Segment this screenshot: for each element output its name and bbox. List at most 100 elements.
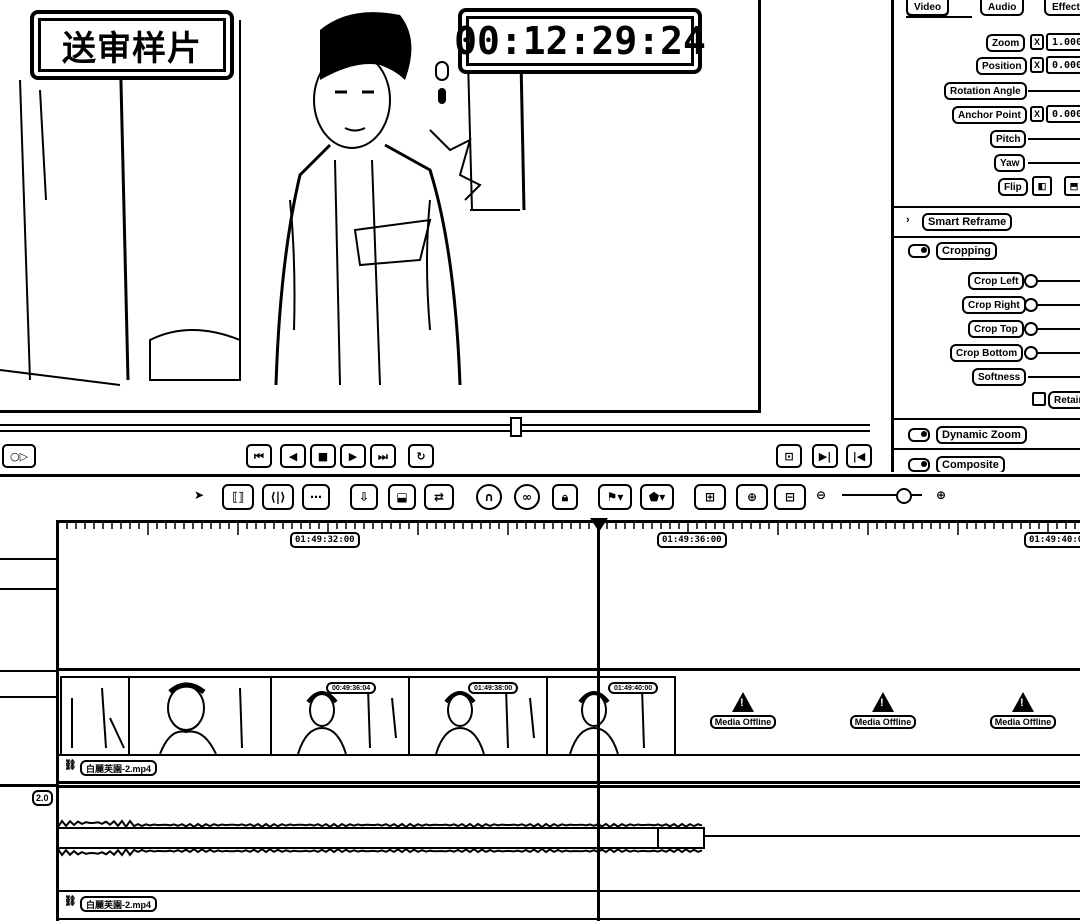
video-viewer[interactable]: 送审样片 00:12:29:24 [0, 0, 761, 413]
stop-button[interactable]: ■ [310, 444, 336, 468]
timeline-toolbar [0, 474, 1080, 521]
media-offline-label: Media Offline [849, 715, 917, 729]
crop-bottom-slider[interactable] [1024, 346, 1038, 360]
clip-thumbnail [62, 678, 130, 754]
media-offline-block[interactable]: ! Media Offline [708, 692, 778, 730]
zoom-in-icon[interactable]: ⊕ [934, 484, 948, 506]
timeline-ruler[interactable] [58, 520, 1080, 553]
crop-right-track [1038, 304, 1080, 306]
ruler-label: 01:49:40:00 [1024, 532, 1080, 548]
timeline-zoom-handle[interactable] [896, 488, 912, 504]
tab-effects[interactable]: Effects [1044, 0, 1080, 16]
cropping-title[interactable]: Cropping [936, 242, 997, 260]
retain-checkbox[interactable] [1032, 392, 1046, 406]
softness-slider[interactable] [1028, 376, 1080, 378]
retain-label: Retain [1048, 391, 1080, 409]
chevron-right-icon[interactable]: › [906, 214, 910, 226]
media-offline-label: Media Offline [989, 715, 1057, 729]
media-offline-block[interactable]: ! Media Offline [988, 692, 1058, 730]
loop-button[interactable]: ↻ [408, 444, 434, 468]
crop-bottom-label: Crop Bottom [950, 344, 1024, 362]
media-offline-block[interactable]: ! Media Offline [848, 692, 918, 730]
cropping-toggle[interactable] [908, 244, 930, 258]
replace-clip-icon[interactable]: ⇄ [424, 484, 454, 510]
media-offline-label: Media Offline [709, 715, 777, 729]
pitch-label: Pitch [990, 130, 1027, 148]
select-icon[interactable]: ➤ [188, 484, 210, 506]
flip-horizontal-icon[interactable]: ◧ [1032, 176, 1052, 196]
dynamic-zoom-title[interactable]: Dynamic Zoom [936, 426, 1027, 444]
crop-left-label: Crop Left [968, 272, 1025, 290]
inspector-panel: Video Audio Effects Zoom X 1.000 Positio… [891, 0, 1080, 472]
track-divider [0, 558, 56, 560]
linked-selection-icon[interactable]: ∞ [514, 484, 540, 510]
yaw-slider[interactable] [1028, 162, 1080, 164]
crop-left-track [1038, 280, 1080, 282]
tab-audio[interactable]: Audio [980, 0, 1025, 16]
position-label: Position [976, 57, 1028, 75]
clip-marker-label: 01:49:38:00 [468, 682, 519, 694]
jump-start-button[interactable]: ⏮ [246, 444, 272, 468]
flip-vertical-icon[interactable]: ⬒ [1064, 176, 1080, 196]
overlay-tag: 送审样片 [30, 10, 234, 80]
marker-icon[interactable]: ⬟▾ [640, 484, 674, 510]
next-clip-button[interactable]: ▶| [812, 444, 838, 468]
pitch-slider[interactable] [1028, 138, 1080, 140]
dynamic-zoom-section: Dynamic Zoom [894, 420, 1080, 450]
clip-name-bar-divider [58, 754, 1080, 756]
track-divider [0, 784, 56, 787]
video-clip[interactable]: 00:49:36:04 01:49:38:00 01:49:40:00 [60, 676, 676, 756]
clip-thumbnail [130, 678, 272, 754]
prev-clip-button[interactable]: |◀ [846, 444, 872, 468]
ruler-label: 01:49:36:00 [657, 532, 727, 548]
track-divider [0, 670, 56, 672]
anchor-x-field[interactable]: 0.000 [1046, 105, 1080, 123]
crop-right-slider[interactable] [1024, 298, 1038, 312]
jump-end-button[interactable]: ⏭ [370, 444, 396, 468]
crop-top-slider[interactable] [1024, 322, 1038, 336]
dynamic-zoom-toggle[interactable] [908, 428, 930, 442]
flag-icon[interactable]: ⚑▾ [598, 484, 632, 510]
warning-icon: ! [732, 692, 754, 712]
track-divider [0, 696, 56, 698]
scrub-handle[interactable] [510, 417, 522, 437]
blade-icon[interactable]: ⋯ [302, 484, 330, 510]
rotation-slider[interactable] [1028, 90, 1080, 92]
audio-channel-badge: 2.0 [32, 790, 53, 806]
fullscreen-button[interactable]: ⊡ [776, 444, 802, 468]
position-x-field[interactable]: 0.000 [1046, 56, 1080, 74]
viewer-scrub-bar[interactable] [0, 424, 870, 432]
playhead[interactable] [597, 520, 600, 921]
warning-icon: ! [872, 692, 894, 712]
snapping-icon[interactable]: ∩ [476, 484, 502, 510]
flip-label: Flip [998, 178, 1028, 196]
position-lock-icon[interactable]: 🔒︎ [552, 484, 578, 510]
insert-clip-icon[interactable]: ⇩ [350, 484, 378, 510]
composite-title[interactable]: Composite [936, 456, 1005, 472]
link-icon: ⛓ [64, 760, 77, 771]
dynamic-trim-icon[interactable]: ⟨|⟩ [262, 484, 294, 510]
smart-reframe-title[interactable]: Smart Reframe [922, 213, 1013, 231]
anchor-point-label: Anchor Point [952, 106, 1027, 124]
playhead-handle[interactable] [590, 518, 608, 532]
overwrite-clip-icon[interactable]: ⬓ [388, 484, 416, 510]
step-back-button[interactable]: ◀ [280, 444, 306, 468]
zoom-detail-icon[interactable]: ⊕ [736, 484, 768, 510]
crop-left-slider[interactable] [1024, 274, 1038, 288]
position-x-label: X [1030, 57, 1044, 73]
ruler-ticks [58, 523, 1076, 535]
play-button[interactable]: ▶ [340, 444, 366, 468]
audio-waveform[interactable] [58, 800, 1080, 880]
viewer-timecode: 00:12:29:24 [454, 8, 706, 74]
trim-icon[interactable]: ⟦⟧ [222, 484, 254, 510]
composite-toggle[interactable] [908, 458, 930, 472]
tab-video[interactable]: Video [906, 0, 950, 17]
loop-mode-icon[interactable]: ○▷ [2, 444, 36, 468]
zoom-full-icon[interactable]: ⊞ [694, 484, 726, 510]
link-icon: ⛓ [64, 896, 77, 907]
zoom-x-field[interactable]: 1.000 [1046, 33, 1080, 51]
zoom-custom-icon[interactable]: ⊟ [774, 484, 806, 510]
zoom-out-icon[interactable]: ⊖ [814, 484, 828, 506]
active-tab-underline [906, 16, 972, 18]
zoom-x-label: X [1030, 34, 1044, 50]
